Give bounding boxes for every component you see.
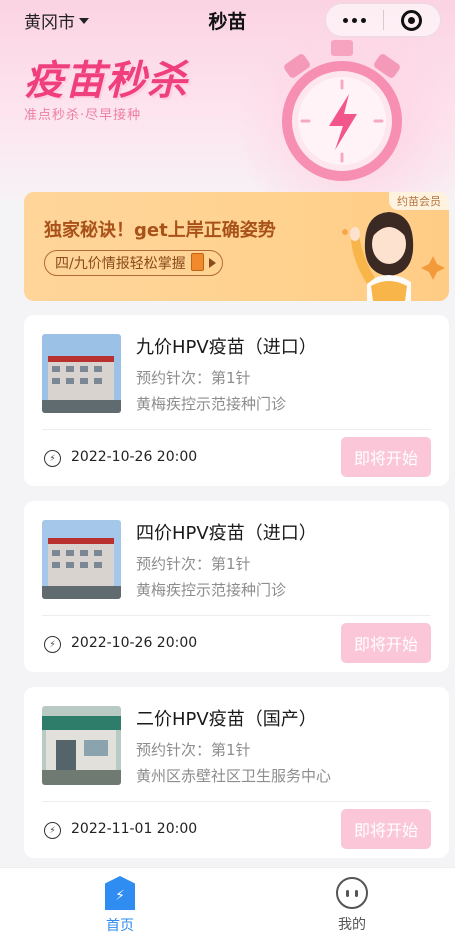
vaccine-dose: 预约针次：第1针: [136, 369, 251, 387]
clock-icon: ⚡: [44, 636, 61, 653]
vaccine-clinic: 黄梅疾控示范接种门诊: [136, 581, 287, 599]
clinic-photo: [42, 334, 121, 413]
coming-soon-button[interactable]: 即将开始: [341, 809, 431, 849]
header-banner: 黄冈市 秒苗 疫苗秒杀 准点秒杀·尽早接种: [0, 0, 455, 200]
clinic-photo: [42, 706, 121, 785]
stopwatch-icon: [282, 40, 402, 181]
banner-subtitle: 准点秒杀·尽早接种: [24, 108, 142, 123]
close-program-icon[interactable]: [384, 9, 440, 31]
clinic-photo: [42, 520, 121, 599]
profile-icon: [336, 877, 368, 909]
member-promo-banner[interactable]: 独家秘诀！get上岸正确姿势 四/九价情报轻松掌握 约苗会员: [24, 192, 449, 301]
vaccine-name: 九价HPV疫苗（进口）: [136, 337, 317, 358]
clock-icon: ⚡: [44, 822, 61, 839]
member-tag: 约苗会员: [389, 192, 449, 210]
clock-icon: ⚡: [44, 450, 61, 467]
promo-pill-label: 四/九价情报轻松掌握: [55, 256, 186, 272]
coming-soon-button[interactable]: 即将开始: [341, 437, 431, 477]
vaccine-clinic: 黄州区赤壁社区卫生服务中心: [136, 767, 332, 785]
banner-title: 疫苗秒杀: [24, 58, 188, 104]
more-icon[interactable]: [326, 17, 383, 23]
start-time: 2022-10-26 20:00: [71, 635, 198, 651]
coming-soon-button[interactable]: 即将开始: [341, 623, 431, 663]
tab-me-label: 我的: [338, 917, 366, 933]
tab-bar: ⚡ 首页 我的: [0, 867, 455, 936]
vaccine-dose: 预约针次：第1针: [136, 741, 251, 759]
arrow-right-icon: [208, 258, 216, 268]
vaccine-name: 四价HPV疫苗（进口）: [136, 523, 317, 544]
divider: [42, 429, 431, 430]
start-time: 2022-11-01 20:00: [71, 821, 198, 837]
tab-home-label: 首页: [106, 918, 134, 934]
promo-title: 独家秘诀！get上岸正确姿势: [44, 220, 276, 241]
divider: [42, 801, 431, 802]
vaccine-card[interactable]: 四价HPV疫苗（进口） 预约针次：第1针 黄梅疾控示范接种门诊 ⚡ 2022-1…: [24, 501, 449, 672]
mini-program-capsule: [325, 3, 441, 37]
home-icon: ⚡: [105, 876, 135, 910]
start-time: 2022-10-26 20:00: [71, 449, 198, 465]
promo-info-button[interactable]: 四/九价情报轻松掌握: [44, 250, 223, 276]
vaccine-dose: 预约针次：第1针: [136, 555, 251, 573]
vaccine-clinic: 黄梅疾控示范接种门诊: [136, 395, 287, 413]
vaccine-card[interactable]: 九价HPV疫苗（进口） 预约针次：第1针 黄梅疾控示范接种门诊 ⚡ 2022-1…: [24, 315, 449, 486]
tab-me[interactable]: 我的: [312, 876, 392, 934]
vaccine-card[interactable]: 二价HPV疫苗（国产） 预约针次：第1针 黄州区赤壁社区卫生服务中心 ⚡ 202…: [24, 687, 449, 858]
divider: [42, 615, 431, 616]
book-icon: [190, 253, 204, 271]
tab-home[interactable]: ⚡ 首页: [80, 876, 160, 935]
vaccine-name: 二价HPV疫苗（国产）: [136, 709, 317, 730]
